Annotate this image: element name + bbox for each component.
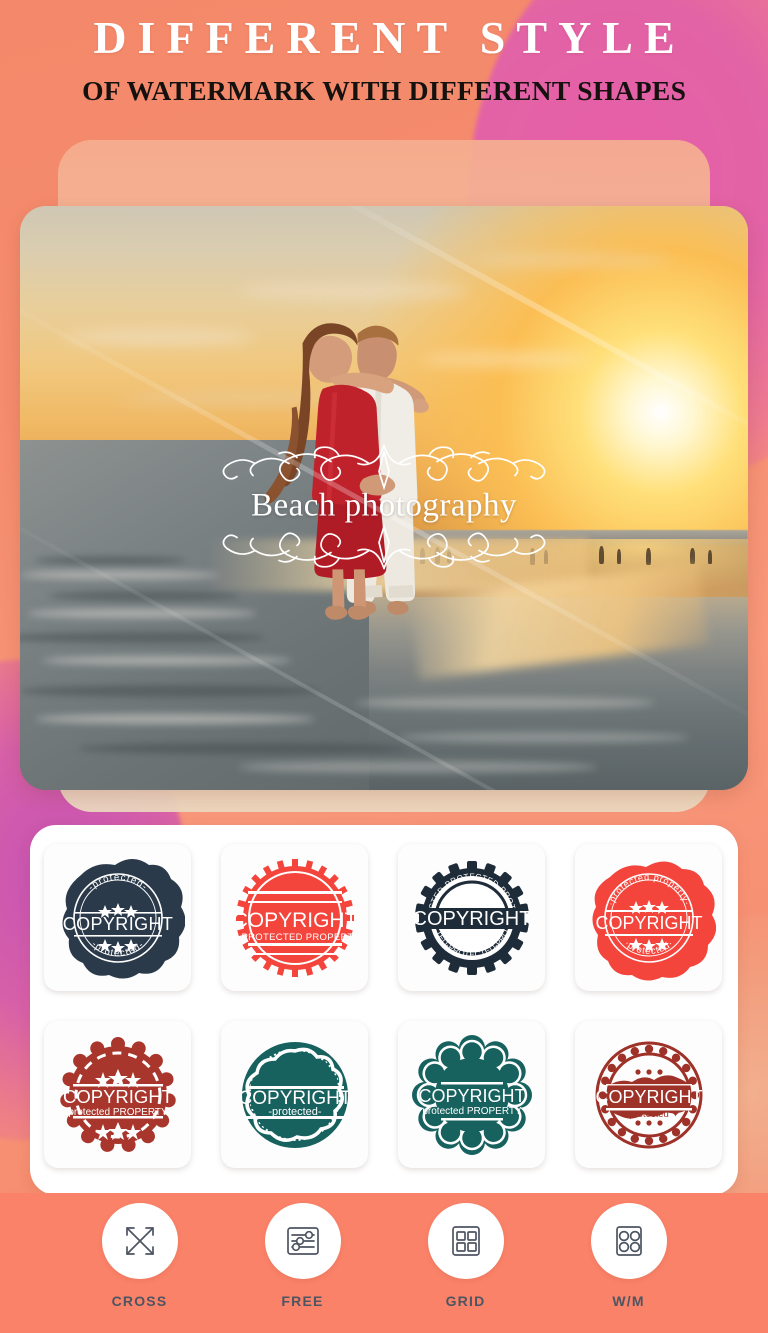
bottom-toolbar: CROSS FREE GRID W/M xyxy=(0,1193,768,1333)
cross-arrows-icon xyxy=(101,1203,178,1279)
svg-text:COPYRIGHT: COPYRIGHT xyxy=(62,914,173,934)
toolbar-item-grid[interactable]: GRID xyxy=(418,1193,514,1309)
toolbar-label-grid: GRID xyxy=(445,1293,486,1309)
page-title: DIFFERENT STYLE xyxy=(93,12,686,63)
page-subtitle: OF WATERMARK WITH DIFFERENT SHAPES xyxy=(81,76,687,106)
svg-text:COPYRIGHT: COPYRIGHT xyxy=(63,1086,173,1107)
svg-text:protected PROPERTY: protected PROPERTY xyxy=(422,1106,522,1117)
stamp-option-3[interactable]: PROTECTED-PROTECTED-PROTECTED PROTECTED-… xyxy=(398,844,545,991)
svg-text:COPYRIGHT: COPYRIGHT xyxy=(232,909,357,932)
watermark-circles-icon xyxy=(590,1203,667,1279)
stamp-option-5[interactable]: COPYRIGHT protected PROPERTY xyxy=(44,1021,191,1168)
beach-sunset-couple-photo xyxy=(20,206,748,790)
stamp-option-2[interactable]: COPYRIGHT ★ PROTECTED PROPERTY xyxy=(221,844,368,991)
watermark-stamps-panel: -protected- -protected- COPYRIGHT xyxy=(30,825,738,1195)
stamp-option-6[interactable]: COPYRIGHT -protected- xyxy=(221,1021,368,1168)
toolbar-item-wm[interactable]: W/M xyxy=(581,1193,677,1309)
toolbar-label-wm: W/M xyxy=(612,1293,645,1309)
svg-text:✦ protected ✦: ✦ protected ✦ xyxy=(618,1109,679,1120)
svg-text:COPYRIGHT: COPYRIGHT xyxy=(595,913,702,933)
stamp-option-8[interactable]: COPYRIGHT ✦ protected ✦ xyxy=(575,1021,722,1168)
sliders-icon xyxy=(264,1203,341,1279)
svg-text:★ PROTECTED PROPERTY: ★ PROTECTED PROPERTY xyxy=(229,932,360,943)
toolbar-item-cross[interactable]: CROSS xyxy=(92,1193,188,1309)
grid-squares-icon xyxy=(427,1203,504,1279)
stamp-option-7[interactable]: COPYRIGHT protected PROPERTY xyxy=(398,1021,545,1168)
toolbar-label-cross: CROSS xyxy=(111,1293,168,1309)
svg-text:COPYRIGHT: COPYRIGHT xyxy=(412,908,531,930)
app-root: DIFFERENT STYLE OF WATERMARK WITH DIFFER… xyxy=(0,0,768,1333)
photo-preview-card[interactable]: Beach photography xyxy=(20,206,748,790)
svg-text:protected PROPERTY: protected PROPERTY xyxy=(68,1107,168,1118)
svg-text:COPYRIGHT: COPYRIGHT xyxy=(418,1086,525,1106)
stamp-option-1[interactable]: -protected- -protected- COPYRIGHT xyxy=(44,844,191,991)
toolbar-label-free: FREE xyxy=(281,1293,324,1309)
toolbar-item-free[interactable]: FREE xyxy=(255,1193,351,1309)
svg-text:-protected-: -protected- xyxy=(268,1106,322,1118)
stamp-option-4[interactable]: ·protected property· ·protected· C xyxy=(575,844,722,991)
stamp-grid: -protected- -protected- COPYRIGHT xyxy=(44,844,724,1168)
header: DIFFERENT STYLE OF WATERMARK WITH DIFFER… xyxy=(0,0,768,120)
couple-figures xyxy=(264,323,429,621)
svg-text:COPYRIGHT: COPYRIGHT xyxy=(595,1087,702,1107)
